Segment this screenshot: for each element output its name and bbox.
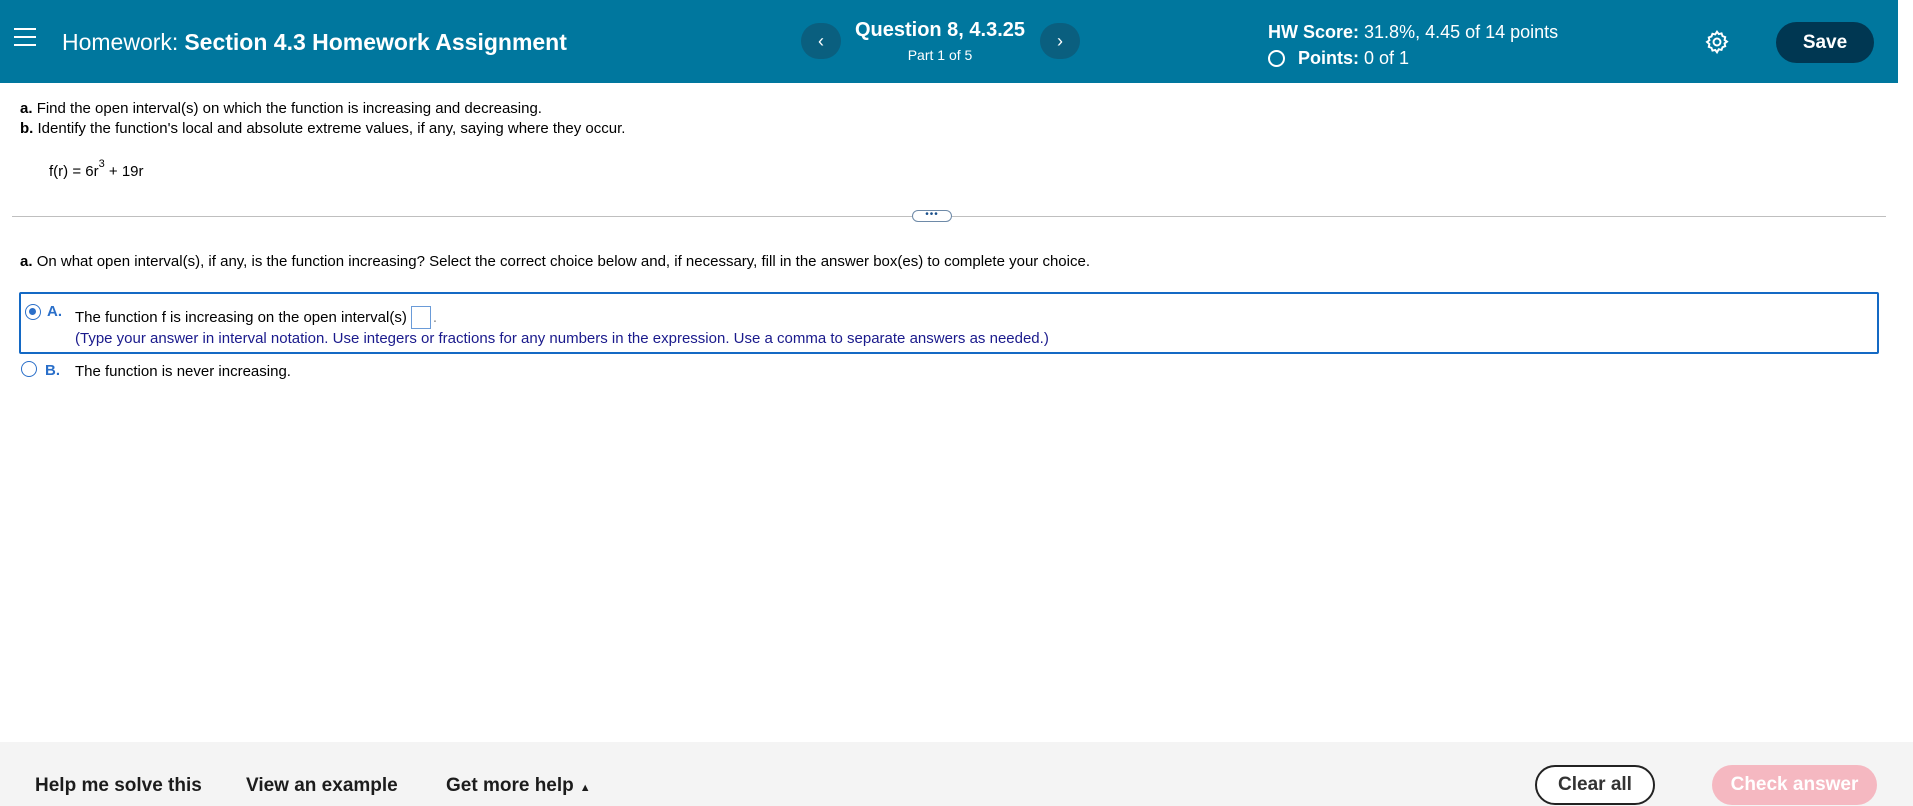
header-bar: Homework: Section 4.3 Homework Assignment… xyxy=(0,0,1898,83)
function-expression: f(r) = 6r3 + 19r xyxy=(49,158,144,180)
choice-a-text: The function f is increasing on the open… xyxy=(75,309,407,326)
choice-b-text: The function is never increasing. xyxy=(75,363,291,380)
choice-b[interactable]: B. The function is never increasing. xyxy=(19,361,619,385)
answer-hint: (Type your answer in interval notation. … xyxy=(75,330,1049,347)
problem-part-b: b. Identify the function's local and abs… xyxy=(20,119,625,139)
part-b-text: Identify the function's local and absolu… xyxy=(37,120,626,137)
choice-a-letter: A. xyxy=(47,303,62,320)
get-more-help-label: Get more help xyxy=(446,775,574,796)
get-more-help-link[interactable]: Get more help ▲ xyxy=(446,775,591,797)
problem-statement: a. Find the open interval(s) on which th… xyxy=(20,99,625,139)
answer-box[interactable] xyxy=(410,306,431,329)
points-status-icon xyxy=(1268,50,1285,67)
choice-a-text-row: The function f is increasing on the open… xyxy=(75,306,437,329)
hw-score-value: 31.8%, 4.45 of 14 points xyxy=(1364,22,1559,42)
points: Points: 0 of 1 xyxy=(1268,48,1558,69)
question-a: a. On what open interval(s), if any, is … xyxy=(20,253,1090,270)
pane-resize-handle[interactable]: ••• xyxy=(912,210,952,222)
answer-period: . xyxy=(432,309,438,326)
homework-title: Homework: Section 4.3 Homework Assignment xyxy=(62,29,567,56)
problem-part-a: a. Find the open interval(s) on which th… xyxy=(20,99,625,119)
homework-title-name: Section 4.3 Homework Assignment xyxy=(184,29,567,55)
choice-b-radio[interactable] xyxy=(21,361,37,377)
points-label: Points: xyxy=(1298,48,1359,68)
save-button[interactable]: Save xyxy=(1776,22,1874,63)
question-letter: a. xyxy=(20,253,33,270)
clear-all-button[interactable]: Clear all xyxy=(1535,765,1655,805)
points-value: 0 of 1 xyxy=(1364,48,1410,68)
part-a-letter: a. xyxy=(20,100,33,117)
question-title: Question 8, 4.3.25 xyxy=(854,19,1026,41)
question-indicator: Question 8, 4.3.25 Part 1 of 5 xyxy=(846,19,1034,63)
choice-b-letter: B. xyxy=(45,362,60,379)
next-question-button[interactable]: › xyxy=(1040,23,1080,59)
function-rhs: + 19r xyxy=(104,163,144,180)
gear-icon[interactable] xyxy=(1704,29,1730,55)
homework-title-prefix: Homework: xyxy=(62,29,179,55)
score-block: HW Score: 31.8%, 4.45 of 14 points Point… xyxy=(1268,22,1558,69)
function-lhs: f(r) = 6r xyxy=(49,163,99,180)
question-text: On what open interval(s), if any, is the… xyxy=(36,253,1090,270)
help-me-solve-link[interactable]: Help me solve this xyxy=(35,775,202,797)
footer-bar: Help me solve this View an example Get m… xyxy=(0,742,1913,806)
previous-question-button[interactable]: ‹ xyxy=(801,23,841,59)
caret-up-icon: ▲ xyxy=(579,782,591,794)
hw-score-label: HW Score: xyxy=(1268,22,1360,42)
check-answer-button[interactable]: Check answer xyxy=(1712,765,1877,805)
part-b-letter: b. xyxy=(20,120,34,137)
view-example-link[interactable]: View an example xyxy=(246,775,398,797)
part-a-text: Find the open interval(s) on which the f… xyxy=(36,100,542,117)
choice-a-radio[interactable] xyxy=(25,304,41,320)
choice-a[interactable]: A. The function f is increasing on the o… xyxy=(19,292,1879,354)
question-part: Part 1 of 5 xyxy=(907,47,973,63)
hamburger-menu-icon[interactable] xyxy=(14,28,36,54)
hw-score: HW Score: 31.8%, 4.45 of 14 points xyxy=(1268,22,1558,43)
